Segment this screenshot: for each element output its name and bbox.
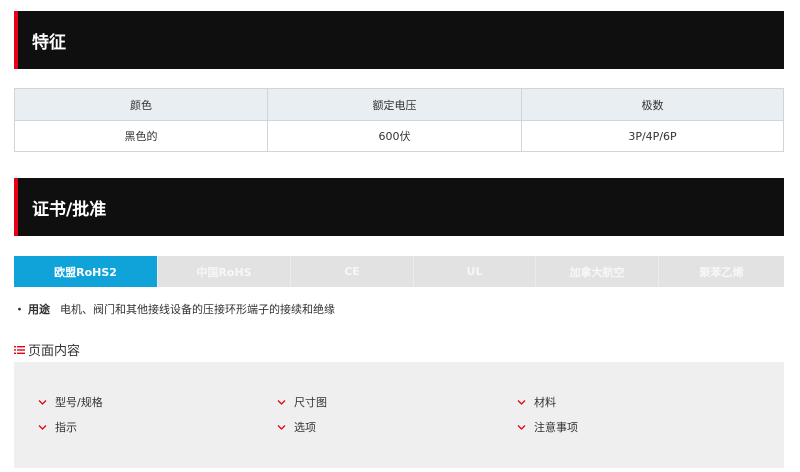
tab-polystyrene[interactable]: 聚苯乙烯 — [659, 256, 784, 287]
contents-link-dimensions[interactable]: 尺寸图 — [277, 394, 327, 410]
contents-link-options[interactable]: 选项 — [277, 419, 316, 435]
tab-china-rohs[interactable]: 中国RoHS — [158, 256, 291, 287]
chevron-down-icon — [277, 424, 286, 430]
contents-link-model-spec[interactable]: 型号/规格 — [38, 394, 103, 410]
contents-label: 注意事项 — [534, 421, 578, 434]
contents-label: 指示 — [55, 421, 77, 434]
certifications-title: 证书/批准 — [32, 199, 107, 220]
certifications-section-header: 证书/批准 — [14, 178, 784, 236]
list-icon — [14, 345, 25, 354]
tab-eu-rohs2[interactable]: 欧盟RoHS2 — [14, 256, 158, 287]
contents-label: 选项 — [294, 421, 316, 434]
chevron-down-icon — [277, 399, 286, 405]
tab-ce[interactable]: CE — [291, 256, 414, 287]
contents-link-material[interactable]: 材料 — [517, 394, 556, 410]
contents-link-instructions[interactable]: 指示 — [38, 419, 77, 435]
table-header-row: 颜色 额定电压 极数 — [14, 88, 784, 121]
chevron-down-icon — [38, 424, 47, 430]
cell-poles: 3P/4P/6P — [521, 120, 784, 152]
chevron-down-icon — [517, 424, 526, 430]
features-section-header: 特征 — [14, 11, 784, 69]
tab-canada-aviation[interactable]: 加拿大航空 — [536, 256, 659, 287]
contents-label: 尺寸图 — [294, 396, 327, 409]
certification-tabs: 欧盟RoHS2 中国RoHS CE UL 加拿大航空 聚苯乙烯 — [14, 256, 784, 287]
features-title: 特征 — [32, 32, 66, 53]
contents-label: 材料 — [534, 396, 556, 409]
chevron-down-icon — [517, 399, 526, 405]
contents-link-precautions[interactable]: 注意事项 — [517, 419, 578, 435]
tab-ul[interactable]: UL — [414, 256, 536, 287]
cell-color: 黑色的 — [14, 120, 268, 152]
header-color: 颜色 — [14, 88, 268, 121]
page-contents-box: 型号/规格 尺寸图 材料 指示 选项 注意事项 — [14, 362, 784, 468]
usage-bullet: ・ — [14, 303, 25, 316]
usage-text: 电机、阀门和其他接线设备的压接环形端子的接续和绝缘 — [60, 303, 335, 316]
header-rated-voltage: 额定电压 — [267, 88, 522, 121]
page-contents-title: 页面内容 — [28, 344, 81, 359]
spec-table: 颜色 额定电压 极数 黑色的 600伏 3P/4P/6P — [14, 88, 784, 152]
chevron-down-icon — [38, 399, 47, 405]
cell-rated-voltage: 600伏 — [267, 120, 522, 152]
usage-label: 用途 — [28, 303, 50, 316]
usage-line: ・ 用途 电机、阀门和其他接线设备的压接环形端子的接续和绝缘 — [14, 301, 335, 317]
header-poles: 极数 — [521, 88, 784, 121]
table-row: 黑色的 600伏 3P/4P/6P — [14, 120, 784, 152]
page-contents-heading: 页面内容 — [14, 340, 80, 359]
contents-label: 型号/规格 — [55, 396, 103, 409]
